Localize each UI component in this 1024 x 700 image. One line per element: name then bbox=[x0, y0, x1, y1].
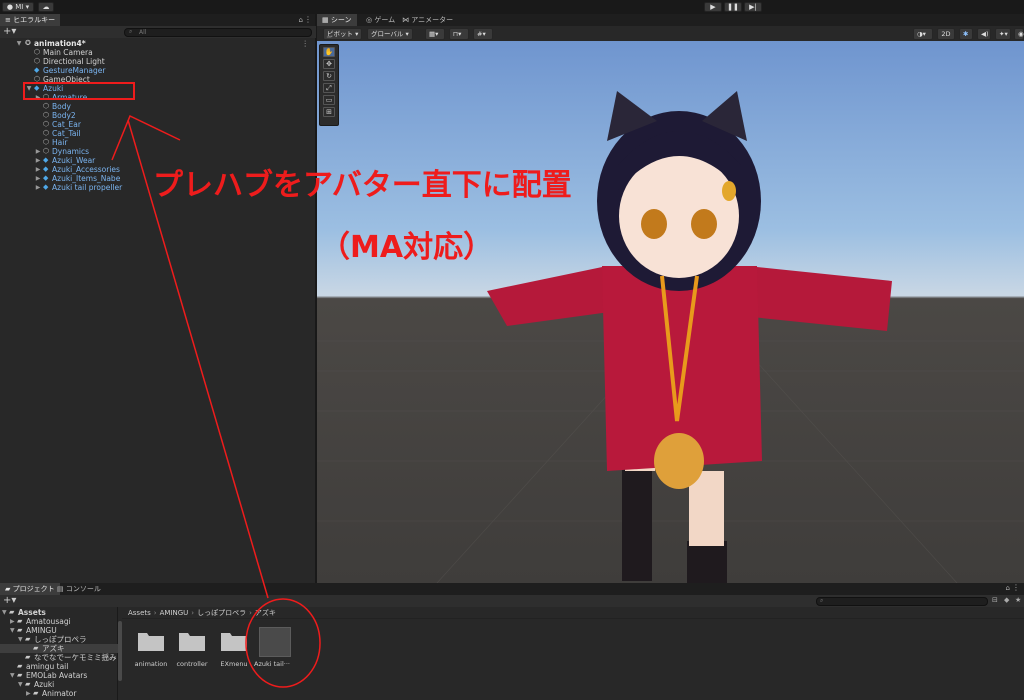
annotation-arrow-head bbox=[111, 114, 181, 161]
annotation-overlay bbox=[111, 114, 321, 688]
annotation-text-main: プレハブをアバター直下に配置 bbox=[153, 168, 572, 203]
annotation-text-sub: （MA対応） bbox=[320, 230, 494, 265]
annotation-circle bbox=[245, 598, 321, 688]
